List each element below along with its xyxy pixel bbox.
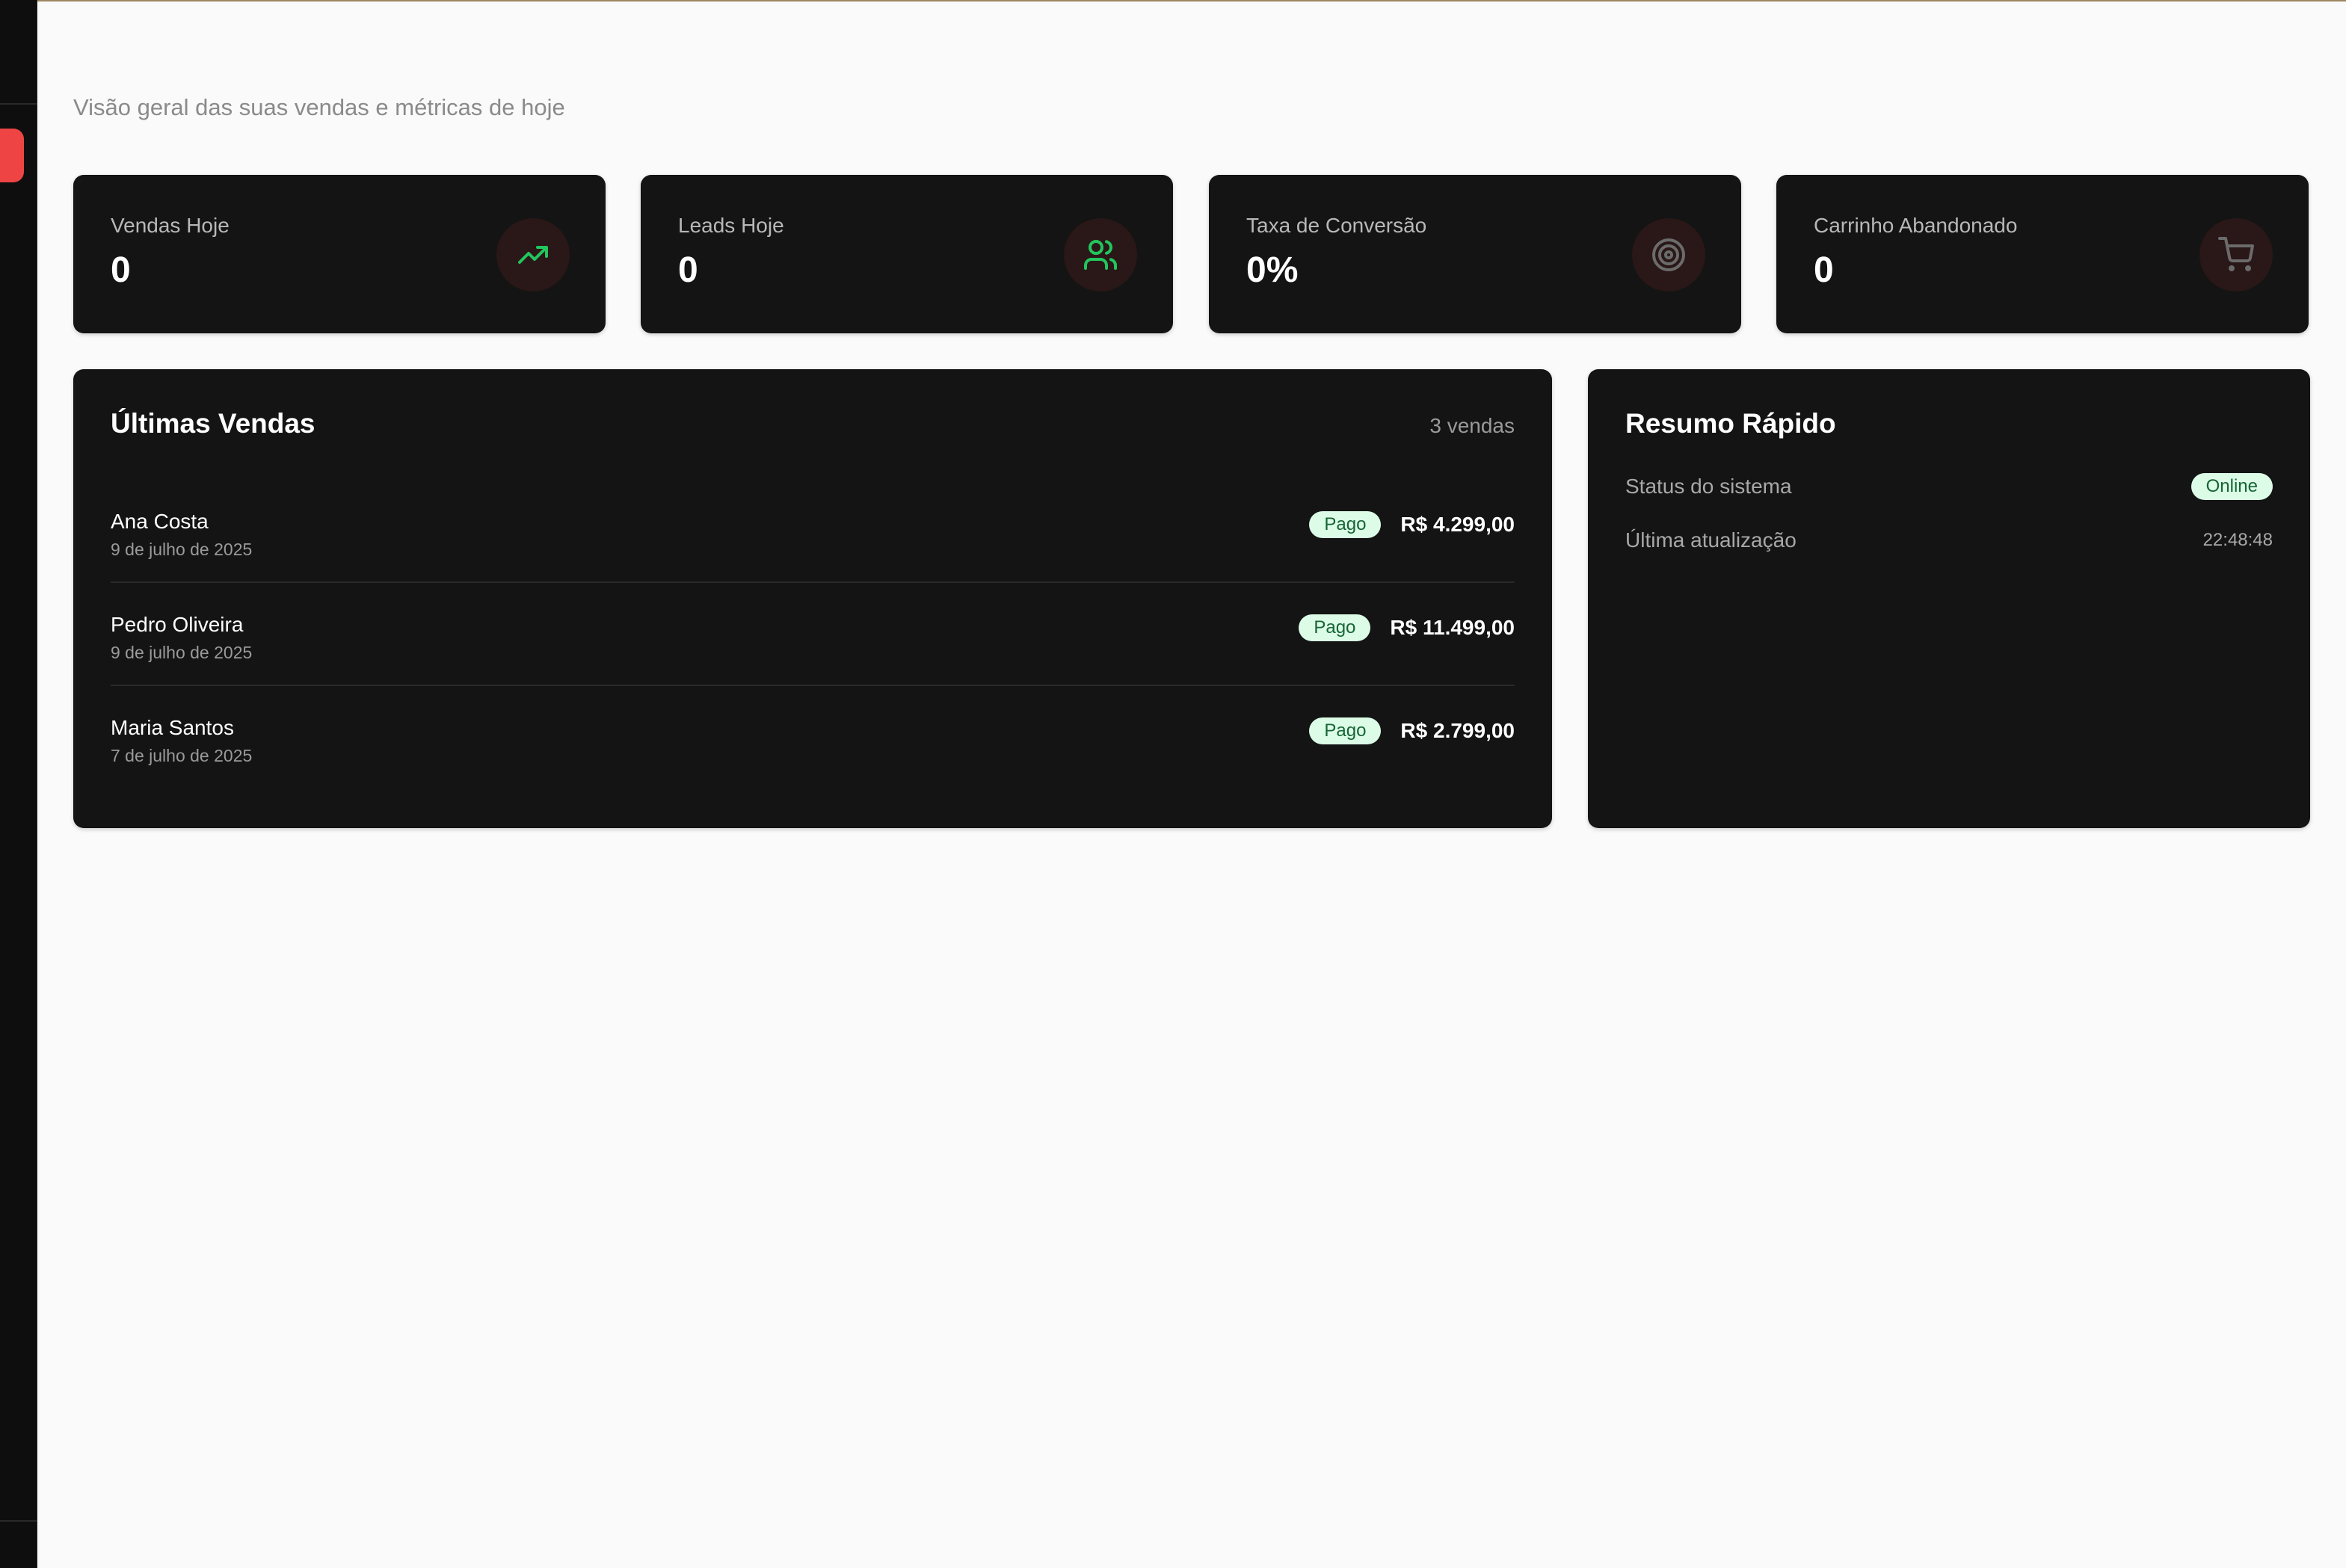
sales-count: 3 vendas [1429, 414, 1515, 437]
list-item[interactable]: Maria Santos 7 de julho de 2025 Pago R$ … [111, 686, 1515, 789]
recent-sales-panel: Últimas Vendas 3 vendas Ana Costa 9 de j… [73, 369, 1552, 828]
summary-label: Última atualização [1625, 528, 1797, 552]
quick-summary-panel: Resumo Rápido Status do sistema Online Ú… [1588, 369, 2310, 828]
stat-label: Vendas Hoje [111, 214, 230, 237]
stat-card-leads-hoje: Leads Hoje 0 [641, 175, 1173, 333]
status-badge: Online [2190, 473, 2273, 500]
sidebar [0, 0, 37, 1568]
customer-name: Ana Costa [111, 510, 209, 533]
sale-date: 9 de julho de 2025 [111, 643, 253, 662]
stat-card-taxa-conversao: Taxa de Conversão 0% [1209, 175, 1741, 333]
sale-amount: R$ 4.299,00 [1400, 513, 1515, 536]
list-item[interactable]: Pedro Oliveira 9 de julho de 2025 Pago R… [111, 583, 1515, 686]
main-content: Visão geral das suas vendas e métricas d… [37, 0, 2346, 1568]
stat-value: 0% [1246, 250, 1299, 290]
sale-amount: R$ 2.799,00 [1400, 719, 1515, 742]
list-item[interactable]: Ana Costa 9 de julho de 2025 Pago R$ 4.2… [111, 480, 1515, 583]
summary-label: Status do sistema [1625, 475, 1792, 498]
system-status-row: Status do sistema Online [1625, 468, 2273, 505]
sale-date: 9 de julho de 2025 [111, 540, 253, 559]
status-badge: Pago [1309, 511, 1382, 538]
status-badge: Pago [1299, 614, 1371, 641]
page-subtitle: Visão geral das suas vendas e métricas d… [73, 94, 565, 120]
target-icon [1632, 218, 1705, 291]
stat-value: 0 [1814, 250, 1834, 290]
sale-date: 7 de julho de 2025 [111, 746, 253, 765]
stat-label: Taxa de Conversão [1246, 214, 1427, 237]
last-update-row: Última atualização 22:48:48 [1625, 522, 2273, 559]
sale-amount: R$ 11.499,00 [1390, 616, 1515, 639]
stat-value: 0 [678, 250, 698, 290]
stat-value: 0 [111, 250, 131, 290]
stat-label: Leads Hoje [678, 214, 784, 237]
stat-label: Carrinho Abandonado [1814, 214, 2018, 237]
panel-title: Últimas Vendas [111, 408, 315, 439]
users-icon [1064, 218, 1137, 291]
last-update-time: 22:48:48 [2202, 530, 2273, 550]
stat-card-vendas-hoje: Vendas Hoje 0 [73, 175, 606, 333]
trending-up-icon [496, 218, 570, 291]
panel-title: Resumo Rápido [1625, 408, 1836, 439]
cart-icon [2199, 218, 2273, 291]
customer-name: Maria Santos [111, 716, 234, 739]
stat-card-carrinho-abandonado: Carrinho Abandonado 0 [1776, 175, 2309, 333]
sidebar-divider [0, 1520, 37, 1522]
customer-name: Pedro Oliveira [111, 613, 244, 636]
sidebar-divider [0, 103, 37, 105]
sidebar-active-indicator[interactable] [0, 129, 24, 182]
status-badge: Pago [1309, 717, 1382, 744]
